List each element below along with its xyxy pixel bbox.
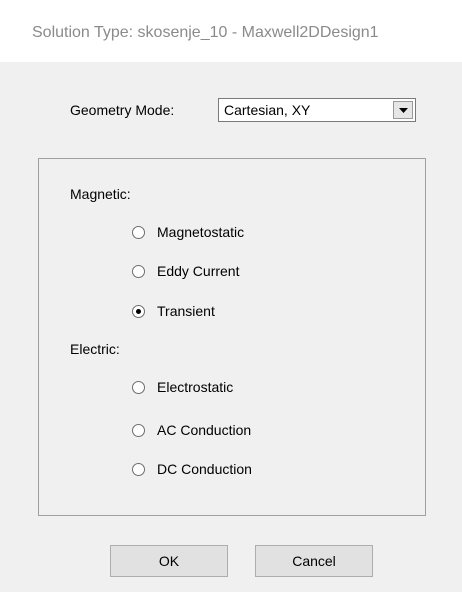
cancel-button[interactable]: Cancel xyxy=(255,545,373,577)
radio-circle[interactable] xyxy=(132,462,145,476)
radio-ac-conduction[interactable]: AC Conduction xyxy=(132,420,251,440)
radio-label: Eddy Current xyxy=(157,263,240,279)
radio-magnetostatic[interactable]: Magnetostatic xyxy=(132,222,244,242)
radio-electrostatic[interactable]: Electrostatic xyxy=(132,377,233,397)
radio-circle[interactable] xyxy=(132,423,145,437)
radio-label: Electrostatic xyxy=(157,379,234,395)
radio-eddy-current[interactable]: Eddy Current xyxy=(132,261,239,281)
ok-button[interactable]: OK xyxy=(110,545,228,577)
radio-circle[interactable] xyxy=(132,264,145,278)
title-bar: Solution Type: skosenje_10 - Maxwell2DDe… xyxy=(0,0,462,62)
window-title: Solution Type: skosenje_10 - Maxwell2DDe… xyxy=(32,24,379,41)
electric-section-label: Electric: xyxy=(70,341,120,357)
radio-transient[interactable]: Transient xyxy=(132,301,215,321)
geometry-mode-select[interactable]: Cartesian, XY xyxy=(218,98,416,122)
geometry-mode-value: Cartesian, XY xyxy=(224,102,311,118)
radio-circle[interactable] xyxy=(132,225,145,239)
radio-dc-conduction[interactable]: DC Conduction xyxy=(132,459,252,479)
dropdown-button[interactable] xyxy=(393,101,413,119)
radio-circle[interactable] xyxy=(132,380,145,394)
radio-label: Magnetostatic xyxy=(157,224,245,240)
geometry-mode-label: Geometry Mode: xyxy=(70,102,175,118)
radio-label: DC Conduction xyxy=(157,461,252,477)
radio-label: Transient xyxy=(157,303,215,319)
radio-circle-selected[interactable] xyxy=(132,304,145,318)
radio-label: AC Conduction xyxy=(157,422,252,438)
magnetic-section-label: Magnetic: xyxy=(70,186,131,202)
chevron-down-icon xyxy=(399,108,408,113)
